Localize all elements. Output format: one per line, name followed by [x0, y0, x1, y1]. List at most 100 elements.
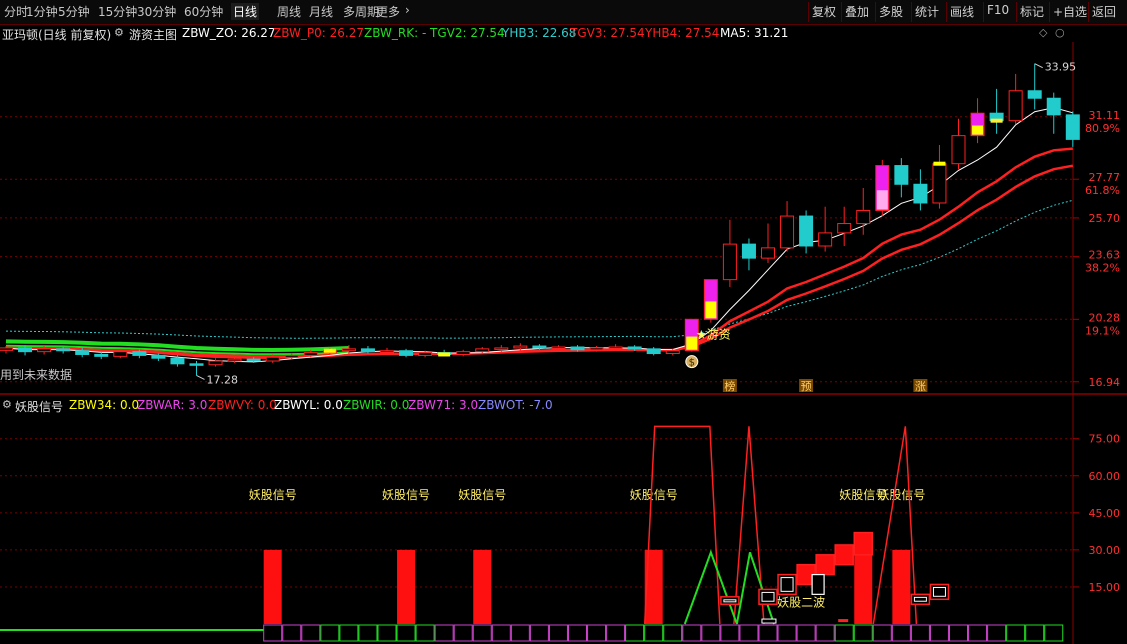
- small-red-mark: [838, 619, 849, 623]
- candle-body: [589, 347, 604, 351]
- baseline-cell: [949, 624, 968, 642]
- indicator-tick-label: 75.00: [1089, 433, 1121, 446]
- signal-label: 妖股信号: [458, 488, 506, 502]
- candle-body: [780, 215, 795, 249]
- candle-body: [646, 348, 661, 355]
- candle-body: [856, 209, 871, 225]
- baseline-cell: [739, 624, 759, 642]
- step-box-inner: [761, 618, 777, 624]
- baseline-cell: [510, 624, 530, 642]
- baseline-cell: [872, 624, 892, 642]
- baseline-cell: [663, 624, 683, 642]
- candle-body: [341, 348, 356, 352]
- fib-percent-label: 61.8%: [1085, 184, 1120, 197]
- candle-body: [1046, 97, 1061, 116]
- low-price-label: 17.28: [207, 373, 239, 386]
- candle-body: [818, 232, 833, 247]
- baseline-cell: [396, 624, 416, 642]
- indicator-tick-label: 45.00: [1089, 507, 1121, 520]
- candle-body: [932, 163, 947, 204]
- baseline-cell: [968, 624, 988, 642]
- baseline-cell: [815, 624, 835, 642]
- baseline-cell: [644, 624, 664, 642]
- baseline-cell: [282, 624, 302, 642]
- fib-percent-label: 80.9%: [1085, 122, 1120, 135]
- candle-body: [837, 223, 852, 234]
- green-peak-line: [735, 552, 775, 625]
- signal-bar: [854, 549, 873, 624]
- baseline-cell: [434, 624, 454, 642]
- candle-body: [1027, 90, 1042, 99]
- white-ma5-line: [5, 107, 1073, 363]
- stock-chart[interactable]: 31.1180.9% 27.7761.8% 25.70 23.6338.2% 20.28…: [0, 0, 1127, 644]
- fib-percent-label: 38.2%: [1085, 262, 1120, 275]
- fib-percent-label: 19.1%: [1085, 324, 1120, 337]
- price-tick-label: 16.94: [1089, 376, 1121, 389]
- baseline-cell: [339, 624, 359, 642]
- baseline-cell: [263, 624, 283, 642]
- signal-label: 妖股信号: [249, 488, 297, 502]
- baseline-cell: [606, 624, 626, 642]
- baseline-cell: [987, 624, 1007, 642]
- candle-body: [608, 346, 623, 349]
- cyan-dotted-line: [5, 199, 1073, 339]
- price-tick-label: 23.63: [1089, 249, 1121, 262]
- signal-label: 妖股信号: [630, 488, 678, 502]
- yellow-signal-mark: [990, 118, 1003, 123]
- red-ma-line: [5, 164, 1074, 358]
- baseline-cell: [891, 624, 911, 642]
- candle-body: [1065, 114, 1080, 140]
- candle-body: [227, 358, 242, 362]
- candle-body: [37, 348, 52, 353]
- baseline-cell: [910, 624, 930, 642]
- candle-body: [494, 347, 509, 350]
- low-pointer: [196, 374, 205, 380]
- signal-bar: [892, 549, 911, 624]
- baseline-cell: [777, 624, 797, 642]
- candle-body: [0, 347, 13, 351]
- candle-highlight: [876, 190, 888, 210]
- baseline-cell: [491, 624, 511, 642]
- candle-body: [170, 357, 185, 365]
- candle-body: [399, 350, 414, 356]
- baseline-cell: [1025, 624, 1045, 642]
- baseline-cell: [758, 624, 778, 642]
- candle-body: [761, 247, 775, 259]
- signal-bar: [263, 549, 282, 624]
- baseline-cell: [453, 624, 473, 642]
- candle-highlight: [972, 125, 984, 135]
- candle-body: [513, 345, 528, 349]
- baseline-cell: [701, 624, 721, 642]
- candle-body: [475, 348, 490, 353]
- price-tick-label: 31.11: [1089, 109, 1121, 122]
- baseline-cell: [529, 624, 549, 642]
- baseline-cell: [472, 624, 492, 642]
- baseline-cell: [587, 624, 607, 642]
- future-data-note: 用到未来数据: [0, 367, 72, 382]
- red-ma-line: [5, 147, 1073, 359]
- candle-body: [113, 351, 128, 357]
- hot-money-signal: ★游资: [696, 328, 731, 342]
- candle-body: [665, 350, 680, 355]
- marker-label: 榜: [724, 379, 735, 393]
- candle-body: [246, 358, 261, 362]
- baseline-cell: [853, 624, 873, 642]
- baseline-cell: [796, 624, 816, 642]
- step-box: [834, 544, 854, 566]
- candle-body: [913, 183, 928, 204]
- signal-label: 妖股信号: [382, 488, 430, 502]
- candle-body: [894, 165, 909, 185]
- signal-bar: [473, 549, 492, 624]
- high-price-label: 33.95: [1045, 61, 1077, 74]
- indicator-tick-label: 30.00: [1089, 544, 1121, 557]
- price-tick-label: 27.77: [1089, 171, 1121, 184]
- baseline-cell: [720, 624, 740, 642]
- yellow-signal-mark: [323, 348, 336, 353]
- baseline-cell: [1044, 624, 1064, 642]
- price-tick-label: 25.70: [1089, 212, 1121, 225]
- step-box: [853, 531, 873, 556]
- baseline-cell: [625, 624, 645, 642]
- baseline-cell: [834, 624, 854, 642]
- candle-body: [627, 346, 642, 350]
- baseline-cell: [320, 624, 340, 642]
